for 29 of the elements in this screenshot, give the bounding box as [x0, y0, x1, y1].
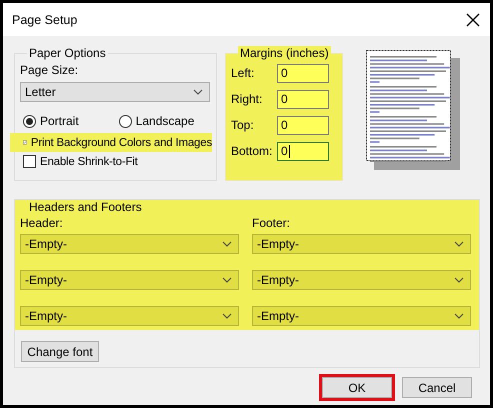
- header-label: Header:: [20, 216, 64, 231]
- radio-button[interactable]: Portrait: [23, 114, 79, 128]
- radio-button[interactable]: Landscape: [118, 114, 194, 128]
- dropdown[interactable]: -Empty-: [252, 306, 471, 326]
- page-size-dropdown[interactable]: Letter: [20, 82, 210, 102]
- input-field[interactable]: 0: [277, 116, 329, 134]
- input-field[interactable]: 0: [277, 64, 329, 82]
- dropdown[interactable]: -Empty-: [20, 306, 239, 326]
- field-label: Bottom:: [231, 144, 274, 158]
- checkbox[interactable]: Enable Shrink-to-Fit: [10, 152, 212, 171]
- field-label: Left:: [231, 66, 256, 80]
- checkbox[interactable]: Print Background Colors and Images: [10, 133, 212, 152]
- input-field[interactable]: 0: [277, 142, 329, 160]
- dialog-button[interactable]: Cancel: [402, 377, 472, 398]
- change-font-button[interactable]: Change font: [21, 341, 99, 362]
- dropdown[interactable]: -Empty-: [20, 270, 239, 290]
- group-title: Paper Options: [27, 46, 108, 60]
- group-title: Margins (inches): [238, 46, 331, 60]
- dialog-button[interactable]: OK: [322, 377, 392, 398]
- group-title: Headers and Footers: [27, 200, 144, 214]
- footer-label: Footer:: [252, 216, 292, 231]
- field-label: Top:: [231, 118, 255, 132]
- dropdown[interactable]: -Empty-: [252, 234, 471, 254]
- window-title: Page Setup: [12, 12, 78, 26]
- field-label: Right:: [231, 92, 264, 106]
- input-field[interactable]: 0: [277, 90, 329, 108]
- dropdown[interactable]: -Empty-: [20, 234, 239, 254]
- page-size-label: Page Size:: [20, 63, 80, 78]
- dropdown[interactable]: -Empty-: [252, 270, 471, 290]
